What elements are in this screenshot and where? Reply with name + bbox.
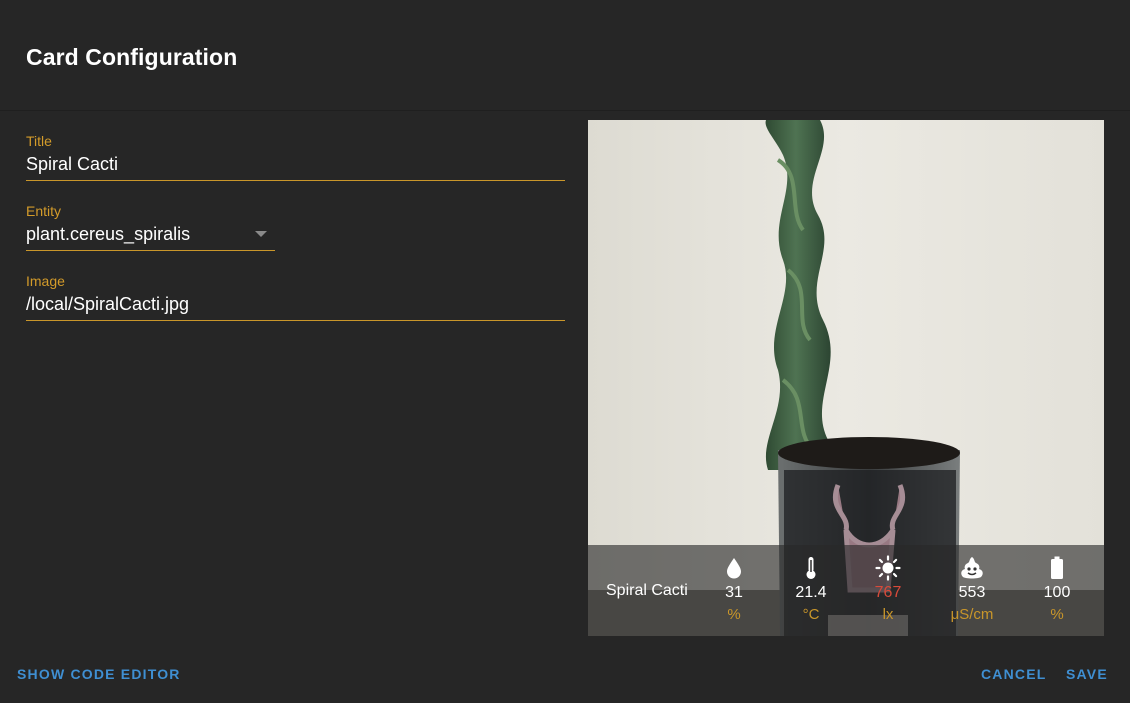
title-input[interactable]: Spiral Cacti	[26, 153, 565, 175]
chevron-down-icon[interactable]	[255, 231, 267, 237]
dialog-header: Card Configuration	[0, 0, 1130, 111]
fertilizer-icon	[940, 555, 1004, 581]
battery-icon	[1025, 555, 1089, 581]
preview-info-bar: Spiral Cacti 31 % 21.4 °C 767 lx 553 μS/…	[588, 545, 1104, 636]
temperature-unit: °C	[802, 606, 820, 623]
card-preview: Spiral Cacti 31 % 21.4 °C 767 lx 553 μS/…	[588, 120, 1104, 636]
temperature-value: 21.4	[795, 584, 827, 601]
dialog-title: Card Configuration	[26, 44, 238, 70]
entity-select[interactable]: plant.cereus_spiralis	[26, 223, 275, 245]
conductivity-value: 553	[958, 584, 986, 601]
conductivity-attribute[interactable]: 553 μS/cm	[940, 555, 1004, 624]
title-label: Title	[26, 133, 52, 149]
moisture-unit: %	[727, 606, 741, 623]
sun-icon	[856, 555, 920, 581]
entity-underline	[26, 250, 275, 251]
illuminance-unit: lx	[882, 606, 894, 623]
battery-unit: %	[1050, 606, 1064, 623]
cancel-button[interactable]: CANCEL	[981, 666, 1047, 682]
image-label: Image	[26, 273, 65, 289]
conductivity-unit: μS/cm	[950, 606, 994, 623]
image-input[interactable]: /local/SpiralCacti.jpg	[26, 293, 565, 315]
temperature-attribute[interactable]: 21.4 °C	[779, 555, 843, 624]
save-button[interactable]: SAVE	[1066, 666, 1108, 682]
thermometer-icon	[779, 555, 843, 581]
entity-select-value: plant.cereus_spiralis	[26, 224, 191, 244]
image-underline	[26, 320, 565, 321]
show-code-editor-button[interactable]: SHOW CODE EDITOR	[17, 666, 181, 682]
illuminance-value: 767	[874, 584, 902, 601]
water-drop-icon	[702, 555, 766, 581]
entity-label: Entity	[26, 203, 62, 219]
battery-value: 100	[1043, 584, 1071, 601]
preview-plant-name: Spiral Cacti	[606, 582, 688, 599]
title-field[interactable]: Title Spiral Cacti	[26, 133, 565, 181]
battery-attribute[interactable]: 100 %	[1025, 555, 1089, 624]
title-underline	[26, 180, 565, 181]
moisture-value: 31	[725, 584, 743, 601]
illuminance-attribute[interactable]: 767 lx	[856, 555, 920, 624]
image-field[interactable]: Image /local/SpiralCacti.jpg	[26, 273, 565, 321]
entity-field[interactable]: Entity plant.cereus_spiralis	[26, 203, 275, 251]
moisture-attribute[interactable]: 31 %	[702, 555, 766, 624]
